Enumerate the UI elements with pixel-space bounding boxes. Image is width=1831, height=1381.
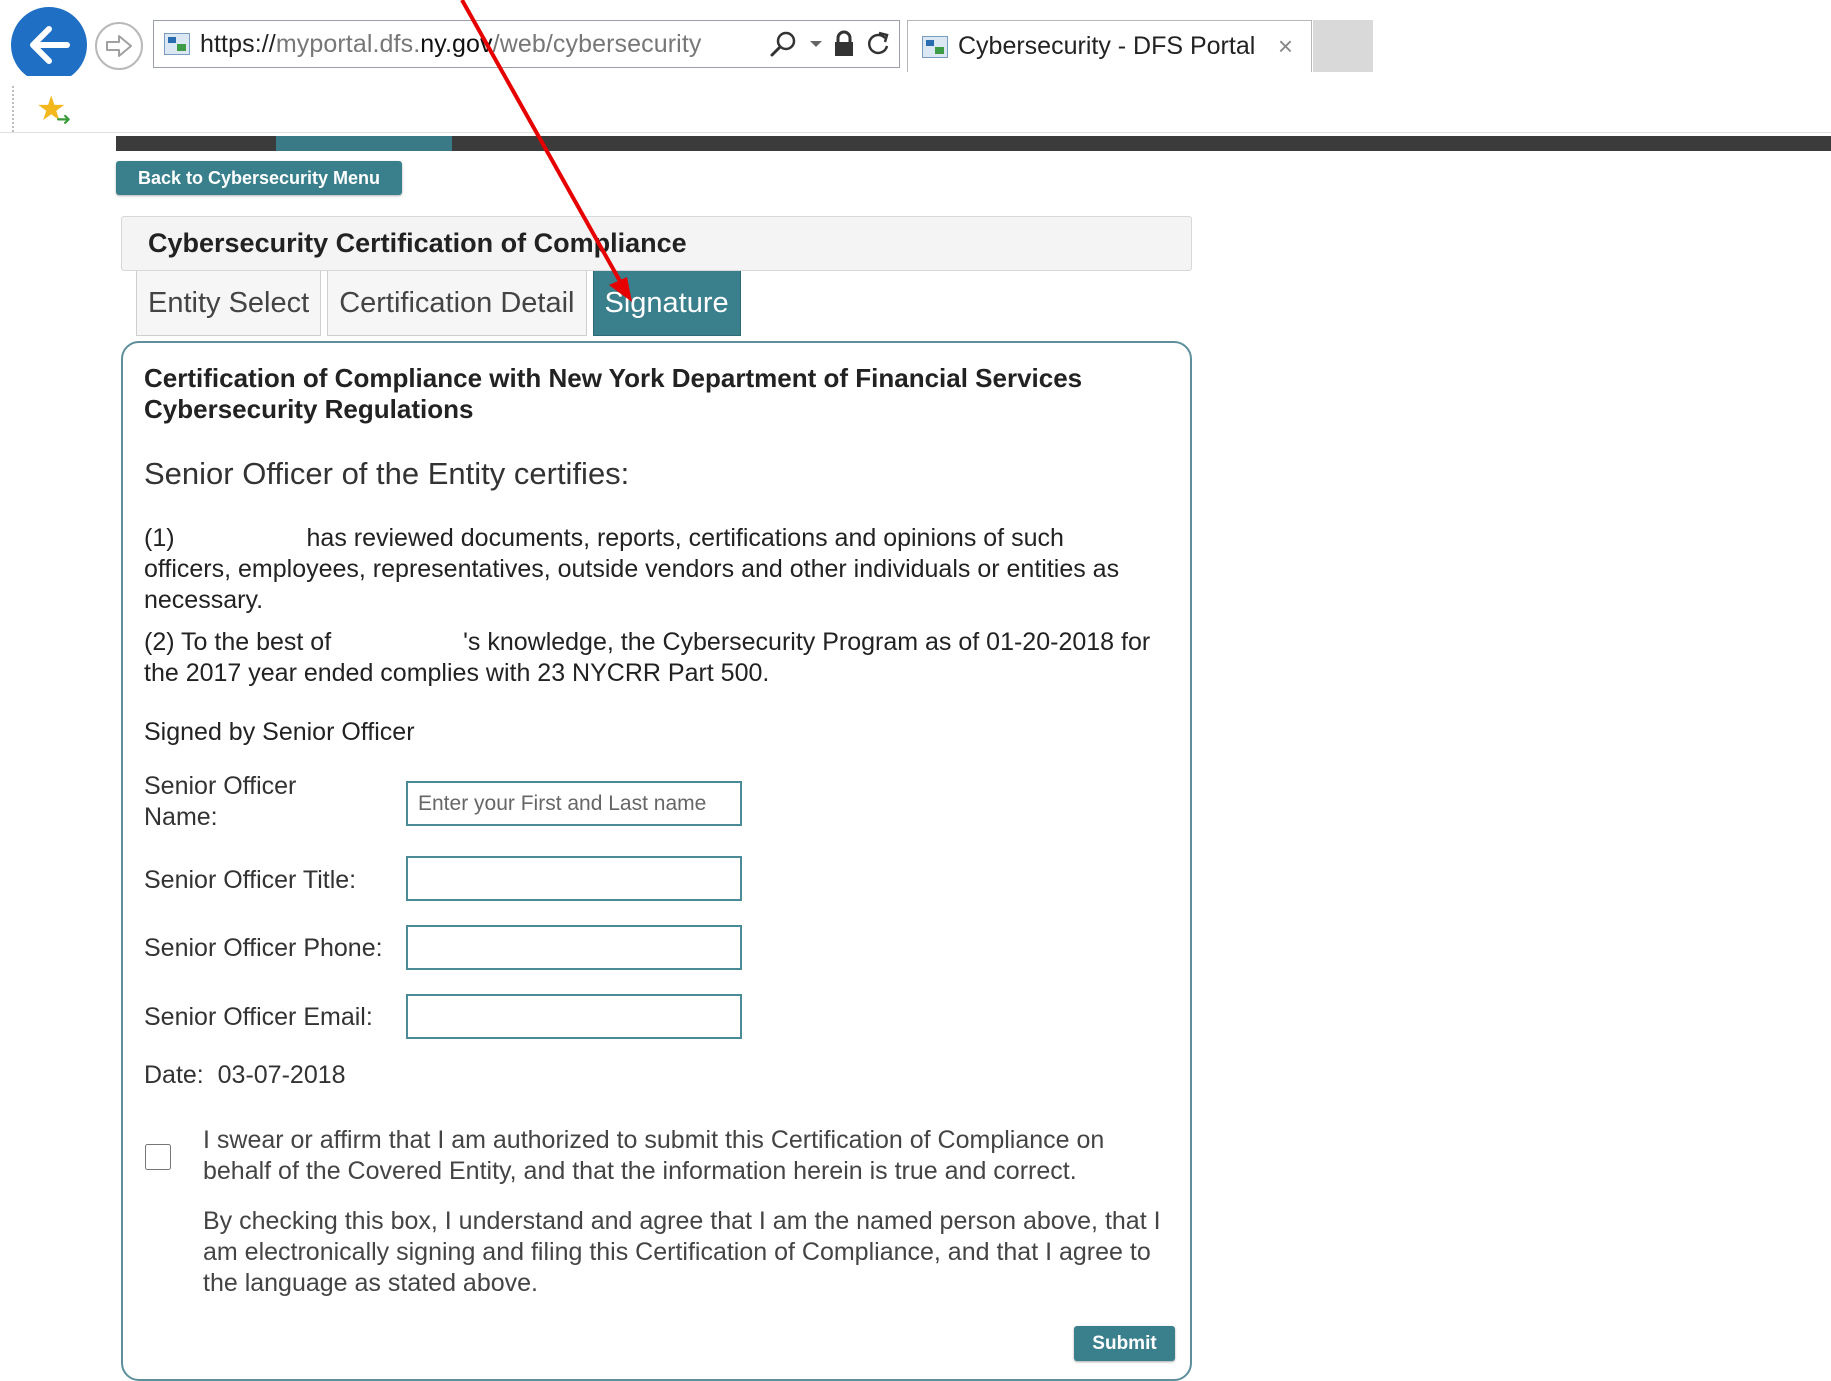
refresh-icon[interactable] bbox=[865, 30, 891, 58]
senior-officer-phone-input[interactable] bbox=[406, 925, 742, 970]
affirm-checkbox[interactable] bbox=[145, 1144, 171, 1170]
browser-back-button[interactable] bbox=[11, 7, 87, 83]
senior-officer-name-input[interactable] bbox=[406, 781, 742, 826]
senior-officer-title-label: Senior Officer Title: bbox=[144, 866, 357, 894]
url-scheme: https:// bbox=[200, 29, 276, 58]
senior-officer-name-label: Senior Officer Name: bbox=[144, 772, 297, 831]
browser-tab-cybersecurity[interactable]: Cybersecurity - DFS Portal × bbox=[907, 20, 1312, 72]
dropdown-chevron-icon[interactable] bbox=[809, 39, 823, 49]
forward-arrow-icon bbox=[106, 35, 132, 57]
back-arrow-icon bbox=[30, 26, 70, 64]
agreement-statement: By checking this box, I understand and a… bbox=[203, 1207, 1161, 1297]
certifies-heading: Senior Officer of the Entity certifies: bbox=[144, 456, 630, 491]
tab-favicon-icon bbox=[922, 35, 948, 58]
lock-icon[interactable] bbox=[833, 30, 855, 58]
url-subdomain: myportal.dfs. bbox=[275, 29, 421, 58]
form-tabs: Entity Select Certification Detail Signa… bbox=[136, 271, 741, 336]
url-path: /web/cybersecurity bbox=[492, 29, 702, 58]
tab-title: Cybersecurity - DFS Portal bbox=[958, 32, 1256, 60]
certification-statement-2: (2) To the best of 's knowledge, the Cyb… bbox=[144, 628, 1158, 687]
favorites-bar bbox=[0, 76, 1831, 133]
tab-signature[interactable]: Signature bbox=[592, 271, 741, 336]
browser-forward-button[interactable] bbox=[95, 22, 143, 70]
senior-officer-phone-label: Senior Officer Phone: bbox=[144, 934, 383, 962]
search-icon[interactable] bbox=[769, 29, 799, 59]
address-bar[interactable]: https://myportal.dfs.ny.gov/web/cybersec… bbox=[153, 20, 900, 68]
tab-certification-detail[interactable]: Certification Detail bbox=[327, 271, 587, 336]
url-text: https://myportal.dfs.ny.gov/web/cybersec… bbox=[200, 30, 701, 59]
certification-title: Certification of Compliance with New Yor… bbox=[144, 363, 1083, 424]
url-domain: ny.gov bbox=[420, 29, 493, 58]
form-header-title: Cybersecurity Certification of Complianc… bbox=[121, 216, 1192, 271]
senior-officer-title-input[interactable] bbox=[406, 856, 742, 901]
favorites-bar-grip[interactable] bbox=[12, 86, 16, 132]
back-to-cybersecurity-menu-button[interactable]: Back to Cybersecurity Menu bbox=[116, 161, 402, 195]
favorites-add-arrow-icon: ➜ bbox=[56, 109, 72, 129]
affirm-statement: I swear or affirm that I am authorized t… bbox=[203, 1126, 1105, 1185]
senior-officer-email-label: Senior Officer Email: bbox=[144, 1003, 373, 1031]
submit-button[interactable]: Submit bbox=[1074, 1326, 1175, 1361]
tab-close-icon[interactable]: × bbox=[1278, 31, 1293, 62]
signed-by-label: Signed by Senior Officer bbox=[144, 718, 415, 746]
signature-date: Date: 03-07-2018 bbox=[144, 1061, 346, 1089]
certification-statement-1: (1) has reviewed documents, reports, cer… bbox=[144, 524, 1127, 614]
new-tab-button[interactable] bbox=[1313, 20, 1373, 72]
site-favicon-icon bbox=[164, 33, 190, 55]
site-nav-active-item[interactable] bbox=[276, 136, 452, 151]
tab-entity-select[interactable]: Entity Select bbox=[136, 271, 322, 336]
senior-officer-email-input[interactable] bbox=[406, 994, 742, 1039]
